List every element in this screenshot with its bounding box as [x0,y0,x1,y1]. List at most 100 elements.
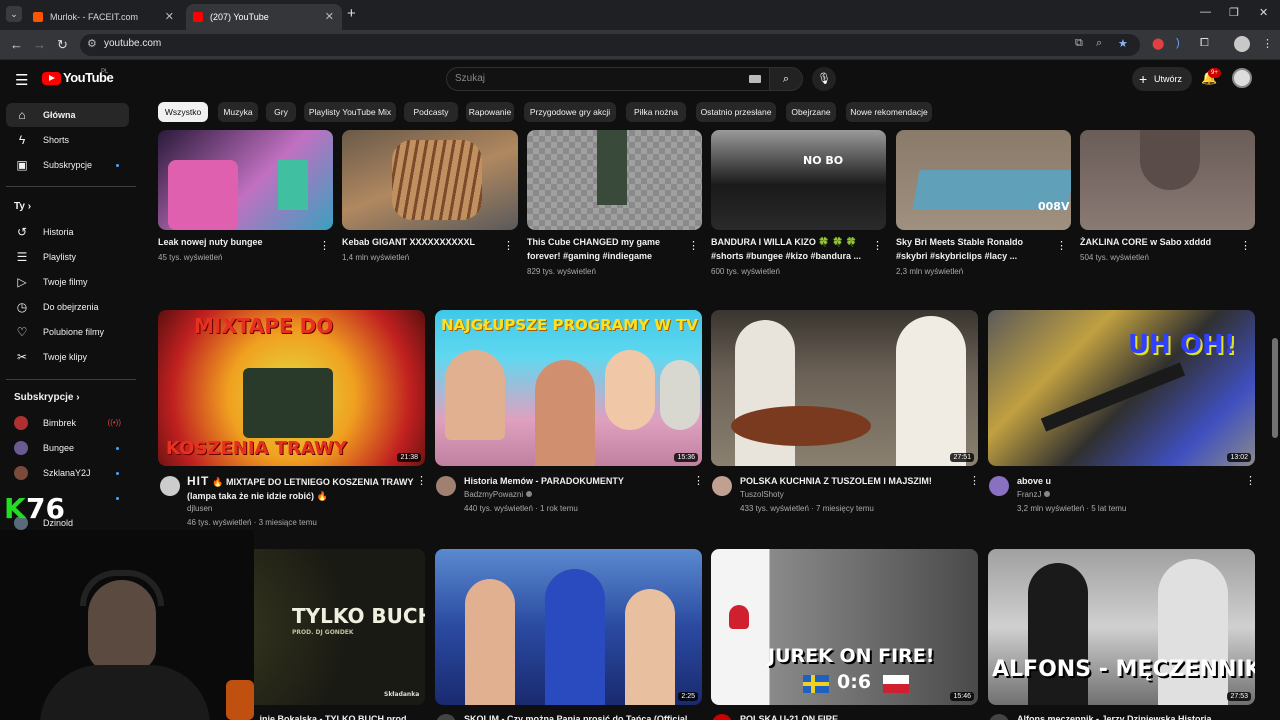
short-thumbnail[interactable] [527,130,702,230]
browser-tab-youtube[interactable]: (207) YouTube ✕ [186,4,342,30]
chip-all[interactable]: Wszystko [158,102,208,122]
more-actions-icon[interactable]: ⋮ [1245,474,1256,487]
back-icon[interactable]: ← [10,37,23,52]
sidebar-item-liked[interactable]: ♡ Polubione filmy [6,320,129,344]
restore-icon[interactable]: ❐ [1229,6,1239,19]
video-title[interactable]: POLSKA KUCHNIA Z TUSZOLEM I MAJSZIM! [740,474,965,488]
short-title[interactable]: Leak nowej nuty bungee [158,235,313,249]
video-thumbnail[interactable]: 27:51 [711,310,978,466]
more-actions-icon[interactable]: ⋮ [1056,239,1067,252]
scrollbar-thumb[interactable] [1272,338,1278,438]
extensions-puzzle-icon[interactable]: ⧠ [1200,37,1209,50]
sidebar-item-history[interactable]: ↺ Historia [6,220,129,244]
short-title[interactable]: Kebab GIGANT XXXXXXXXXXL [342,235,502,249]
short-title[interactable]: ŻAKLINA CORE w Sabo xdddd [1080,235,1235,249]
site-info-icon[interactable]: ⚙ [87,37,97,50]
short-thumbnail[interactable] [342,130,518,230]
account-avatar[interactable] [1232,68,1252,88]
video-thumbnail[interactable]: NAJGŁUPSZE PROGRAMY W TV 15:36 [435,310,702,466]
chip-football[interactable]: Piłka nożna [626,102,686,122]
profile-avatar[interactable] [1234,36,1250,52]
page-scrollbar[interactable] [1272,98,1278,720]
channel-name[interactable]: TuszolShoty [740,488,784,502]
sidebar-item-playlists[interactable]: ☰ Playlisty [6,245,129,269]
keyboard-icon[interactable] [749,75,761,83]
channel-name[interactable]: FranzJ [1017,488,1051,502]
video-title[interactable]: HIT 🔥 MIXTAPE DO LETNIEGO KOSZENIA TRAWY … [187,474,415,502]
sidebar-sub-szklanay2j[interactable]: SzklanaY2J [6,461,129,485]
channel-avatar[interactable] [989,476,1009,496]
channel-avatar[interactable] [712,476,732,496]
bookmark-star-icon[interactable]: ★ [1118,37,1128,50]
video-thumbnail[interactable]: ALFONS - MĘCZENNIK 27:53 [988,549,1255,705]
more-actions-icon[interactable]: ⋮ [693,474,704,487]
minimize-icon[interactable]: — [1200,6,1211,18]
youtube-logo-icon[interactable] [42,72,61,85]
extension-audio-icon[interactable]: ) [1176,37,1180,49]
tab-search-icon[interactable]: ⌄ [6,6,22,22]
chip-action-adventure[interactable]: Przygodowe gry akcji [524,102,616,122]
more-actions-icon[interactable]: ⋮ [319,239,330,252]
channel-avatar[interactable] [436,476,456,496]
video-title[interactable]: POLSKA U-21 ON FIRE [740,712,965,720]
search-input[interactable]: Szukaj [446,67,770,91]
guide-menu-icon[interactable]: ☰ [15,71,28,89]
video-title[interactable]: ...inie Bokalska - TYLKO BUCH prod. [252,712,412,720]
channel-avatar[interactable] [160,476,180,496]
short-title[interactable]: Sky Bri Meets Stable Ronaldo #skybri #sk… [896,235,1051,263]
sidebar-item-clips[interactable]: ✂ Twoje klipy [6,345,129,369]
short-thumbnail[interactable] [158,130,333,230]
sidebar-item-home[interactable]: ⌂ Główna [6,103,129,127]
search-button[interactable]: ⌕ [769,67,803,91]
sidebar-item-your-videos[interactable]: ▷ Twoje filmy [6,270,129,294]
new-tab-icon[interactable]: + [347,5,356,22]
channel-avatar[interactable] [436,714,456,720]
create-button[interactable]: + Utwórz [1132,67,1192,91]
video-title[interactable]: above u [1017,474,1242,488]
close-tab-icon[interactable]: ✕ [325,4,334,30]
channel-avatar[interactable] [712,714,732,720]
video-thumbnail[interactable]: UH OH! 13:02 [988,310,1255,466]
chip-new-recommendations[interactable]: Nowe rekomendacje [846,102,932,122]
browser-tab-faceit[interactable]: Murlok- - FACEIT.com ✕ [26,4,182,30]
short-thumbnail[interactable]: 008V [896,130,1071,230]
chip-rap[interactable]: Rapowanie [466,102,514,122]
extension-red-icon[interactable]: ⬤ [1152,37,1164,50]
more-actions-icon[interactable]: ⋮ [416,474,427,487]
more-actions-icon[interactable]: ⋮ [969,474,980,487]
chip-recent[interactable]: Ostatnio przesłane [696,102,776,122]
forward-icon[interactable]: → [33,37,46,52]
chip-watched[interactable]: Obejrzane [786,102,836,122]
chip-games[interactable]: Gry [266,102,296,122]
channel-name[interactable]: djlusen [187,502,212,516]
sidebar-you-heading[interactable]: Ty › [14,201,31,212]
sidebar-item-subscriptions[interactable]: ▣ Subskrypcje [6,153,129,177]
sidebar-sub-bungee[interactable]: Bungee [6,436,129,460]
url-field[interactable]: ⚙ youtube.com ⧉ ⌕ ★ [80,34,1140,56]
short-thumbnail[interactable]: NO BO [711,130,886,230]
close-window-icon[interactable]: ✕ [1259,6,1268,19]
video-title[interactable]: Alfons męczennik - Jerzy Dziniewska Hist… [1017,712,1242,720]
chip-music[interactable]: Muzyka [218,102,258,122]
video-thumbnail[interactable]: JUREK ON FIRE! 0:6 15:46 [711,549,978,705]
more-actions-icon[interactable]: ⋮ [872,239,883,252]
voice-search-icon[interactable]: 🎙 [812,67,836,91]
chip-mix[interactable]: Playlisty YouTube Mix [304,102,396,122]
sidebar-item-watch-later[interactable]: ◷ Do obejrzenia [6,295,129,319]
sidebar-item-shorts[interactable]: ϟ Shorts [6,128,129,152]
short-thumbnail[interactable] [1080,130,1255,230]
sidebar-sub-bimbrek[interactable]: Bimbrek ((•)) [6,411,129,435]
close-tab-icon[interactable]: ✕ [165,4,174,30]
install-app-icon[interactable]: ⧉ [1075,37,1083,50]
video-thumbnail[interactable]: MIXTAPE DO KOSZENIA TRAWY 21:38 [158,310,425,466]
channel-avatar[interactable] [989,714,1009,720]
channel-name[interactable]: BadzmyPowazni [464,488,533,502]
short-title[interactable]: BANDURA I WILLA KIZO 🍀 🍀 🍀 #shorts #bung… [711,235,866,263]
browser-menu-icon[interactable]: ⋮ [1262,37,1273,50]
zoom-icon[interactable]: ⌕ [1096,37,1102,50]
short-title[interactable]: This Cube CHANGED my game forever! #gami… [527,235,682,263]
video-title[interactable]: SKOLIM - Czy można Panią prosić do Tańca… [464,712,689,720]
more-actions-icon[interactable]: ⋮ [688,239,699,252]
video-title[interactable]: Historia Memów - PARADOKUMENTY [464,474,689,488]
more-actions-icon[interactable]: ⋮ [1240,239,1251,252]
